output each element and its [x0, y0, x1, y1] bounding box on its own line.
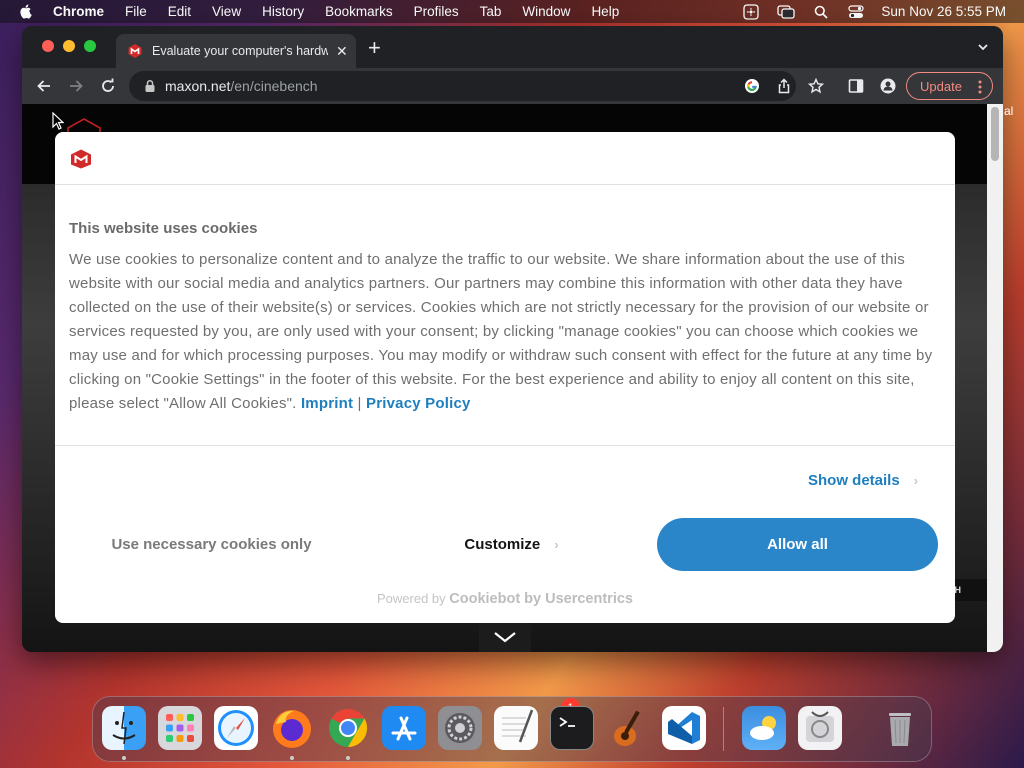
- system-settings-icon[interactable]: [438, 706, 482, 750]
- spotlight-search-icon[interactable]: [812, 4, 830, 20]
- screen-mirroring-icon[interactable]: [777, 4, 796, 20]
- back-button[interactable]: [34, 76, 54, 96]
- menu-profiles[interactable]: Profiles: [414, 4, 459, 19]
- tab-active[interactable]: Evaluate your computer's hardw ✕: [116, 34, 356, 68]
- menu-help[interactable]: Help: [591, 4, 619, 19]
- lock-icon[interactable]: [143, 79, 157, 93]
- chevron-right-icon: ›: [913, 473, 919, 488]
- firefox-running-indicator: [290, 756, 294, 760]
- menu-history[interactable]: History: [262, 4, 304, 19]
- menu-window[interactable]: Window: [522, 4, 570, 19]
- finder-running-indicator: [122, 756, 126, 760]
- tab-close-icon[interactable]: ✕: [336, 43, 348, 60]
- browser-toolbar: maxon.net/en/cinebench Update: [22, 68, 1003, 104]
- tab-title: Evaluate your computer's hardw: [152, 44, 328, 58]
- reload-icon: [102, 78, 114, 92]
- show-details-label: Show details: [808, 472, 900, 489]
- window-zoom-button[interactable]: [84, 40, 96, 52]
- chevron-right-icon: ›: [554, 537, 559, 552]
- terminal-icon[interactable]: [550, 706, 594, 750]
- scrollbar-thumb[interactable]: [991, 107, 999, 161]
- back-arrow-icon: [37, 80, 50, 92]
- mouse-cursor-icon: [52, 112, 64, 130]
- menu-clock[interactable]: Sun Nov 26 5:55 PM: [881, 4, 1006, 19]
- safari-icon[interactable]: [214, 706, 258, 750]
- customize-label: Customize: [464, 536, 541, 553]
- dialog-body: We use cookies to personalize content an…: [69, 248, 939, 416]
- allow-all-button[interactable]: Allow all: [657, 518, 938, 571]
- dialog-body-text: We use cookies to personalize content an…: [69, 251, 933, 412]
- dialog-header: [55, 132, 955, 185]
- maxon-logo-icon: [71, 149, 91, 169]
- app-store-icon[interactable]: [382, 706, 426, 750]
- launchpad-icon[interactable]: [158, 706, 202, 750]
- cookie-consent-dialog: This website uses cookies We use cookies…: [55, 132, 955, 623]
- reload-button[interactable]: [98, 76, 118, 96]
- dialog-divider: [55, 445, 955, 446]
- google-lens-icon[interactable]: [744, 78, 760, 94]
- scroll-down-button[interactable]: [479, 622, 531, 652]
- textedit-icon[interactable]: [494, 706, 538, 750]
- show-details-button[interactable]: Show details ›: [808, 472, 918, 489]
- menu-bookmarks[interactable]: Bookmarks: [325, 4, 393, 19]
- background-window-text: al: [1004, 104, 1014, 118]
- menu-tab[interactable]: Tab: [480, 4, 502, 19]
- menu-file[interactable]: File: [125, 4, 147, 19]
- fan-icon[interactable]: [742, 3, 760, 20]
- control-center-icon[interactable]: [847, 4, 865, 20]
- disk-utility-icon[interactable]: [798, 706, 842, 750]
- vscode-icon[interactable]: [662, 706, 706, 750]
- forward-button[interactable]: [66, 76, 86, 96]
- side-panel-icon[interactable]: [848, 78, 864, 94]
- window-minimize-button[interactable]: [63, 40, 75, 52]
- powered-by-prefix: Powered by: [376, 591, 446, 606]
- url-text[interactable]: maxon.net/en/cinebench: [165, 78, 318, 94]
- chevron-down-icon: [494, 632, 516, 643]
- menu-app-name[interactable]: Chrome: [53, 4, 104, 19]
- chrome-running-indicator: [346, 756, 350, 760]
- finder-icon[interactable]: [102, 706, 146, 750]
- dialog-heading: This website uses cookies: [69, 220, 258, 237]
- menu-edit[interactable]: Edit: [168, 4, 191, 19]
- link-separator: |: [357, 395, 362, 412]
- necessary-cookies-button[interactable]: Use necessary cookies only: [69, 518, 354, 571]
- apple-icon[interactable]: [18, 3, 34, 19]
- customize-button[interactable]: Customize ›: [369, 518, 654, 571]
- imprint-link[interactable]: Imprint: [301, 395, 353, 412]
- forward-arrow-icon: [70, 80, 83, 92]
- url-host: maxon.net: [165, 78, 231, 94]
- update-button[interactable]: Update: [906, 72, 993, 100]
- chrome-icon[interactable]: [326, 706, 370, 750]
- more-vert-icon: [978, 80, 982, 94]
- address-bar[interactable]: maxon.net/en/cinebench: [129, 71, 796, 101]
- tab-search-chevron-icon[interactable]: [977, 41, 989, 53]
- bookmark-star-icon[interactable]: [808, 78, 824, 94]
- tab-strip: Evaluate your computer's hardw ✕ +: [22, 26, 1003, 68]
- powered-by: Powered by Cookiebot by Usercentrics: [55, 591, 955, 607]
- new-tab-button[interactable]: +: [368, 37, 381, 59]
- url-path: /en/cinebench: [230, 78, 318, 94]
- menu-bar: Chrome File Edit View History Bookmarks …: [0, 0, 1024, 23]
- page-scrollbar[interactable]: [987, 104, 1003, 652]
- update-label: Update: [920, 78, 962, 94]
- profile-icon[interactable]: [880, 78, 896, 94]
- window-close-button[interactable]: [42, 40, 54, 52]
- dock: 1: [92, 696, 932, 762]
- powered-by-brand[interactable]: Cookiebot by Usercentrics: [449, 591, 633, 607]
- firefox-icon[interactable]: [270, 706, 314, 750]
- privacy-policy-link[interactable]: Privacy Policy: [366, 395, 471, 412]
- dock-separator: [723, 707, 724, 751]
- trash-icon[interactable]: [878, 706, 922, 750]
- garageband-icon[interactable]: [606, 706, 650, 750]
- share-icon[interactable]: [776, 78, 792, 94]
- weather-icon[interactable]: [742, 706, 786, 750]
- menu-view[interactable]: View: [212, 4, 241, 19]
- maxon-favicon-icon: [128, 44, 142, 58]
